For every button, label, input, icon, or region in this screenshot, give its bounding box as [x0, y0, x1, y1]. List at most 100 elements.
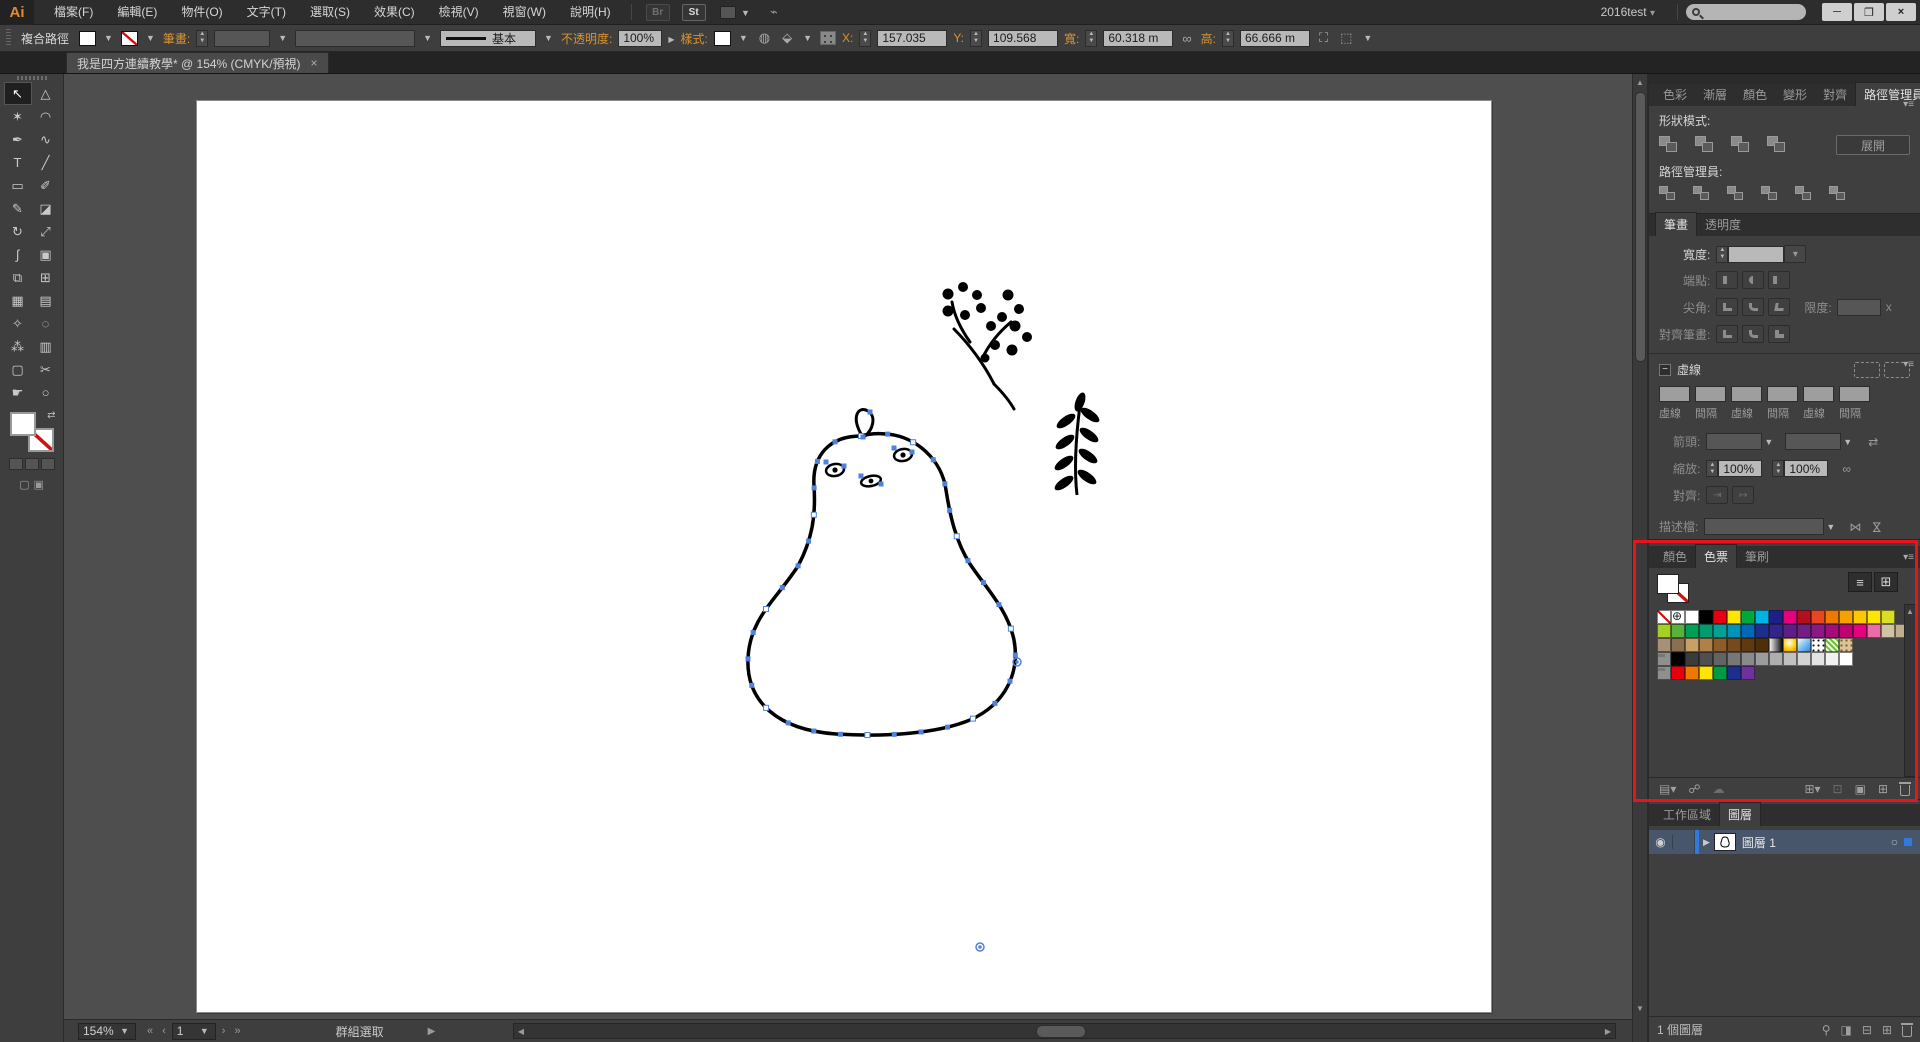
- swatch-folder[interactable]: [1657, 652, 1671, 666]
- bridge-button[interactable]: Br: [645, 3, 670, 21]
- symbol-sprayer-tool[interactable]: ⁂: [4, 335, 32, 358]
- swap-arrowheads-icon[interactable]: ⇄: [1868, 435, 1878, 449]
- scroll-right-icon[interactable]: ▶: [1601, 1024, 1615, 1038]
- fill-proxy-swatch[interactable]: [1657, 574, 1679, 594]
- link-scale-icon[interactable]: ∞: [1842, 462, 1851, 476]
- menu-item[interactable]: 檢視(V): [427, 0, 491, 25]
- magic-wand-tool[interactable]: ✶: [4, 105, 32, 128]
- swatch-ffe600[interactable]: [1727, 610, 1741, 624]
- pathfinder-outline-button[interactable]: [1795, 186, 1813, 202]
- color-button[interactable]: [8, 458, 23, 470]
- panel-tab[interactable]: 筆畫: [1655, 212, 1698, 236]
- swatch-1d2088[interactable]: [1769, 610, 1783, 624]
- swatch-pat-bw-dots[interactable]: [1811, 638, 1825, 652]
- canvas-area[interactable]: [64, 74, 1632, 1019]
- layer-thumbnail[interactable]: [1713, 833, 1736, 851]
- fill-swatch[interactable]: [9, 412, 36, 436]
- swatch-folder[interactable]: [1657, 666, 1671, 680]
- variable-width-profile[interactable]: [295, 29, 416, 47]
- align-stroke-center-button[interactable]: [1716, 325, 1739, 343]
- paintbrush-tool[interactable]: ✐: [32, 174, 60, 197]
- swatch-b08048[interactable]: [1699, 638, 1713, 652]
- lasso-tool[interactable]: ◠: [32, 105, 60, 128]
- width-field[interactable]: 60.318 m: [1103, 29, 1174, 47]
- align-stroke-outside-button[interactable]: [1768, 325, 1791, 343]
- layer-row[interactable]: ◉ ▶ 圖層 1 ○: [1649, 830, 1920, 854]
- direct-selection-tool[interactable]: △: [32, 82, 60, 105]
- width-tool[interactable]: ∫: [4, 243, 32, 266]
- swatch-32248c[interactable]: [1769, 624, 1783, 638]
- swatch-ea6ea5[interactable]: [1867, 624, 1881, 638]
- hand-tool[interactable]: ☛: [4, 381, 32, 404]
- arrowhead-end-dropdown[interactable]: [1785, 433, 1842, 450]
- gradient-tool[interactable]: ▤: [32, 289, 60, 312]
- slice-tool[interactable]: ✂: [32, 358, 60, 381]
- miter-join-button[interactable]: [1716, 298, 1739, 316]
- swatch-ee7800[interactable]: [1685, 666, 1699, 680]
- draw-normal-icon[interactable]: ▢: [19, 478, 29, 491]
- swatch-e3e3e3[interactable]: [1811, 652, 1825, 666]
- swatch-5f3a10[interactable]: [1741, 638, 1755, 652]
- first-artboard-button[interactable]: «: [144, 1025, 156, 1037]
- panel-tab[interactable]: 變形: [1775, 83, 1815, 106]
- miter-limit-field[interactable]: [1836, 298, 1881, 316]
- tools-grip[interactable]: [0, 74, 63, 82]
- document-tab[interactable]: 我是四方連續教學* @ 154% (CMYK/預視) ×: [66, 52, 329, 73]
- curvature-tool[interactable]: ∿: [32, 128, 60, 151]
- workspace-switcher[interactable]: 2016test ▾: [1601, 5, 1655, 19]
- swatch-e4007f[interactable]: [1783, 610, 1797, 624]
- chevron-down-icon[interactable]: [801, 33, 814, 43]
- selection-indicator[interactable]: [1904, 838, 1912, 846]
- preserve-dash-button[interactable]: [1854, 361, 1880, 378]
- scroll-up-icon[interactable]: ▲: [1633, 76, 1647, 90]
- align-arrow-end-button[interactable]: ↦: [1732, 486, 1755, 504]
- chevron-down-icon[interactable]: [737, 33, 750, 43]
- chevron-down-icon[interactable]: [1841, 437, 1854, 447]
- expand-button[interactable]: 展開: [1836, 135, 1910, 155]
- panel-menu-icon[interactable]: [1903, 359, 1914, 370]
- swatch-009b6e[interactable]: [1699, 624, 1713, 638]
- line-segment-tool[interactable]: ╱: [32, 151, 60, 174]
- new-sublayer-icon[interactable]: ⊟: [1862, 1023, 1872, 1037]
- panel-tab[interactable]: 對齊: [1815, 83, 1855, 106]
- stroke-width-dropdown-icon[interactable]: ▾: [1784, 245, 1807, 263]
- select-similar-icon[interactable]: ⬚: [1337, 30, 1355, 46]
- make-clipping-mask-icon[interactable]: ◨: [1841, 1023, 1852, 1037]
- mesh-tool[interactable]: ▦: [4, 289, 32, 312]
- restore-button[interactable]: ❐: [1854, 3, 1884, 21]
- swatch-f5a200[interactable]: [1839, 610, 1853, 624]
- scroll-down-icon[interactable]: ▼: [1633, 1002, 1647, 1016]
- swatch-00a198[interactable]: [1713, 624, 1727, 638]
- align-arrow-tip-button[interactable]: ⇥: [1706, 486, 1729, 504]
- panel-menu-icon[interactable]: [1903, 552, 1914, 563]
- dashed-line-checkbox[interactable]: [1659, 363, 1671, 376]
- swatch-e60012[interactable]: [1671, 666, 1685, 680]
- list-view-icon[interactable]: ≡: [1848, 572, 1872, 592]
- panel-menu-icon[interactable]: [1903, 99, 1914, 110]
- style-label[interactable]: 樣式:: [680, 30, 707, 47]
- pathfinder-trim-button[interactable]: [1693, 186, 1711, 202]
- swatch-777777[interactable]: [1727, 652, 1741, 666]
- blend-tool[interactable]: ◌: [32, 312, 60, 335]
- swatch-c00071[interactable]: [1839, 624, 1853, 638]
- status-popup-arrow-icon[interactable]: ▶: [428, 1026, 436, 1037]
- artboard-tool[interactable]: ▢: [4, 358, 32, 381]
- vertical-scrollbar[interactable]: ▲ ▼: [1632, 74, 1648, 1042]
- panel-grip[interactable]: [6, 29, 11, 47]
- swatch-pat-brown[interactable]: [1839, 638, 1853, 652]
- panel-tab[interactable]: 透明度: [1697, 213, 1749, 236]
- chevron-down-icon[interactable]: [1361, 33, 1374, 43]
- scroll-left-icon[interactable]: ◀: [514, 1024, 528, 1038]
- x-field[interactable]: 157.035: [877, 29, 948, 47]
- projecting-cap-button[interactable]: [1768, 271, 1791, 289]
- menu-item[interactable]: 編輯(E): [105, 0, 169, 25]
- expand-layer-icon[interactable]: ▶: [1703, 837, 1710, 848]
- swatch-774a1e[interactable]: [1727, 638, 1741, 652]
- swatch-a79078[interactable]: [1657, 638, 1671, 652]
- dash-value-field[interactable]: [1659, 386, 1690, 402]
- swatch-00a73c[interactable]: [1741, 610, 1755, 624]
- next-artboard-button[interactable]: ›: [219, 1025, 229, 1037]
- y-field[interactable]: 109.568: [988, 29, 1059, 47]
- free-transform-tool[interactable]: ▣: [32, 243, 60, 266]
- zoom-tool[interactable]: ○: [32, 381, 60, 404]
